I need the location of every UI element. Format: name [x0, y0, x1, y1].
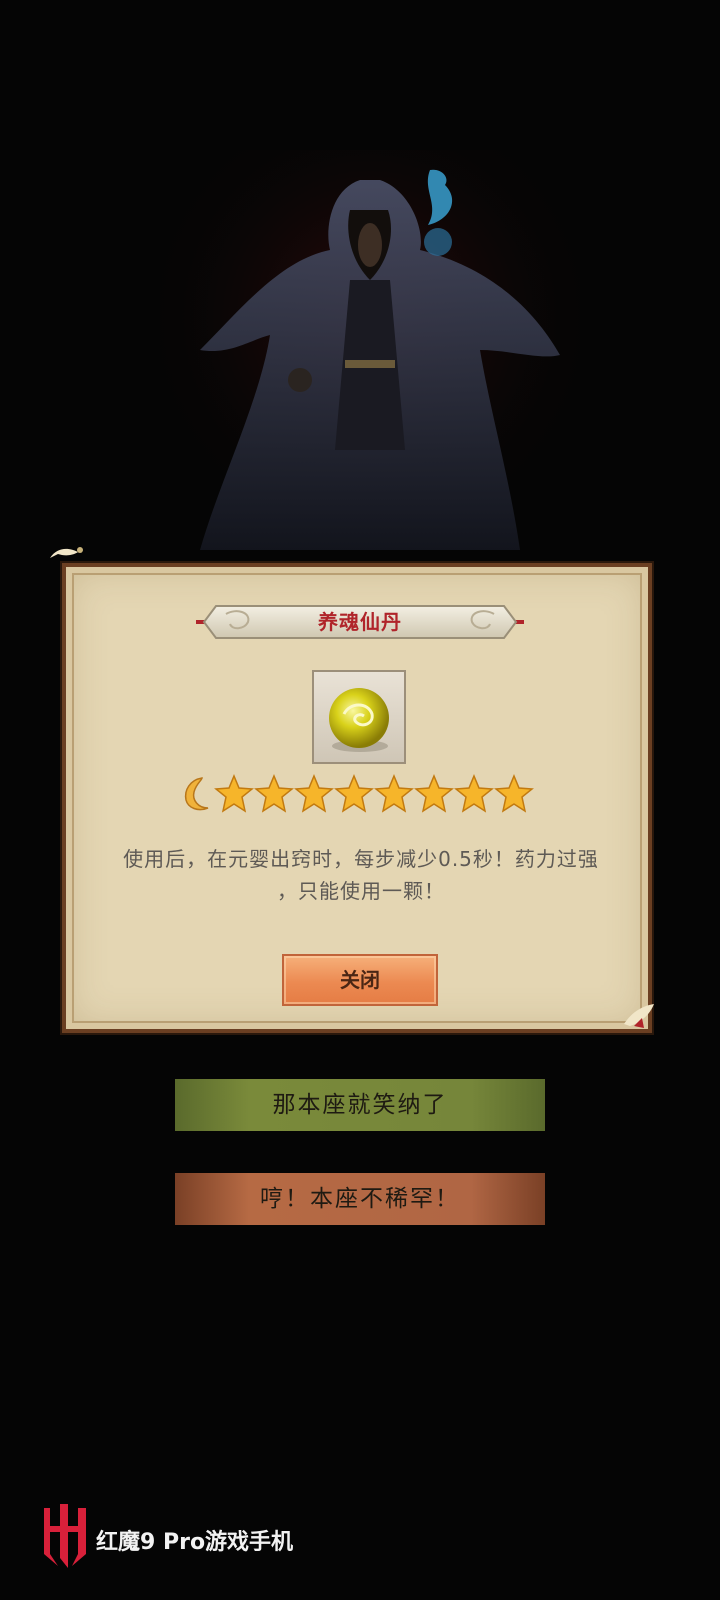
refuse-choice-button[interactable]: 哼！本座不稀罕！	[175, 1173, 545, 1225]
star-icon	[414, 774, 454, 813]
item-description: 使用后，在元婴出窍时，每步减少0.5秒！药力过强 ，只能使用一颗！	[96, 843, 626, 907]
star-icon	[374, 774, 414, 813]
star-icon	[254, 774, 294, 813]
pill-orb-icon	[329, 688, 389, 752]
accept-choice-button[interactable]: 那本座就笑纳了	[175, 1079, 545, 1131]
brand-watermark: 红魔9 Pro游戏手机	[40, 1502, 320, 1572]
corner-ornament-icon	[50, 547, 83, 558]
star-icon	[334, 774, 374, 813]
item-title: 养魂仙丹	[318, 610, 402, 634]
close-button[interactable]: 关闭	[282, 954, 438, 1006]
rating	[176, 774, 556, 816]
star-icon	[454, 774, 494, 813]
star-icon	[494, 774, 534, 813]
description-line: ，只能使用一颗！	[277, 879, 445, 903]
corner-ornament-icon	[624, 1004, 654, 1028]
moon-icon	[184, 777, 209, 811]
star-icon	[294, 774, 334, 813]
brand-logo-icon	[44, 1504, 86, 1568]
brand-text: 红魔9 Pro游戏手机	[96, 1530, 294, 1555]
game-scene: 养魂仙丹 使用后，在元婴出窍时，每步减少0.5秒！药力过强 ，只能使用一颗！ 关…	[0, 0, 720, 1600]
description-line: 使用后，在元婴出窍时，每步减少0.5秒！药力过强	[123, 847, 599, 871]
item-slot[interactable]	[312, 670, 406, 764]
hooded-sorcerer-portrait	[160, 150, 580, 570]
star-icon	[214, 774, 254, 813]
